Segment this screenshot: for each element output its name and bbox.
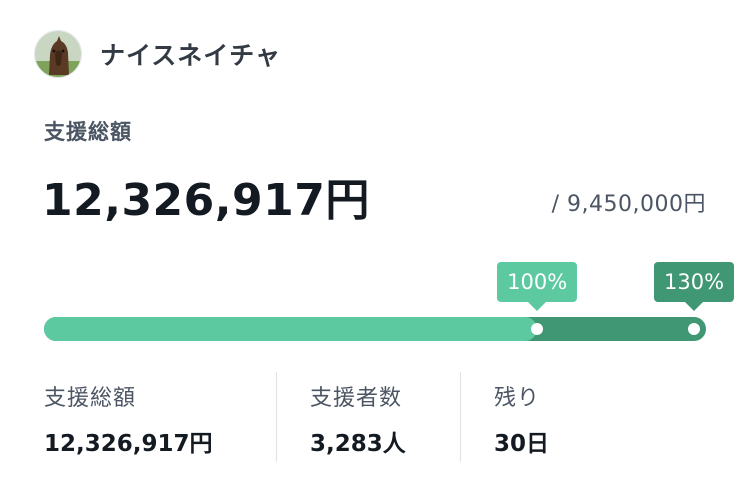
total-support-label: 支援総額 <box>44 120 132 144</box>
stat-remaining-label: 残り <box>494 386 541 411</box>
milestone-100-badge: 100% <box>497 262 578 311</box>
stat-remaining-value: 30日 <box>494 431 550 457</box>
milestone-130-badge: 130% <box>654 262 735 311</box>
stat-total-support-label: 支援総額 <box>44 386 137 411</box>
stats-row: 支援総額 12,326,917円 支援者数 3,283人 残り 30日 <box>44 372 706 462</box>
stats-divider <box>276 372 277 462</box>
progress-bar-fill <box>44 317 538 341</box>
horse-avatar-icon[interactable] <box>34 30 82 78</box>
goal-amount: / 9,450,000円 <box>551 192 706 217</box>
progress-bar <box>44 317 706 341</box>
project-owner[interactable]: ナイスネイチャ <box>34 30 281 78</box>
stat-supporters-label: 支援者数 <box>310 386 403 411</box>
owner-name[interactable]: ナイスネイチャ <box>100 36 281 72</box>
stat-total-support-value: 12,326,917円 <box>44 431 213 457</box>
stats-divider <box>460 372 461 462</box>
milestone-100-dot <box>531 323 544 335</box>
stat-supporters-value: 3,283人 <box>310 431 406 457</box>
milestone-130-dot <box>688 323 701 335</box>
total-support-amount: 12,326,917円 <box>42 175 370 226</box>
